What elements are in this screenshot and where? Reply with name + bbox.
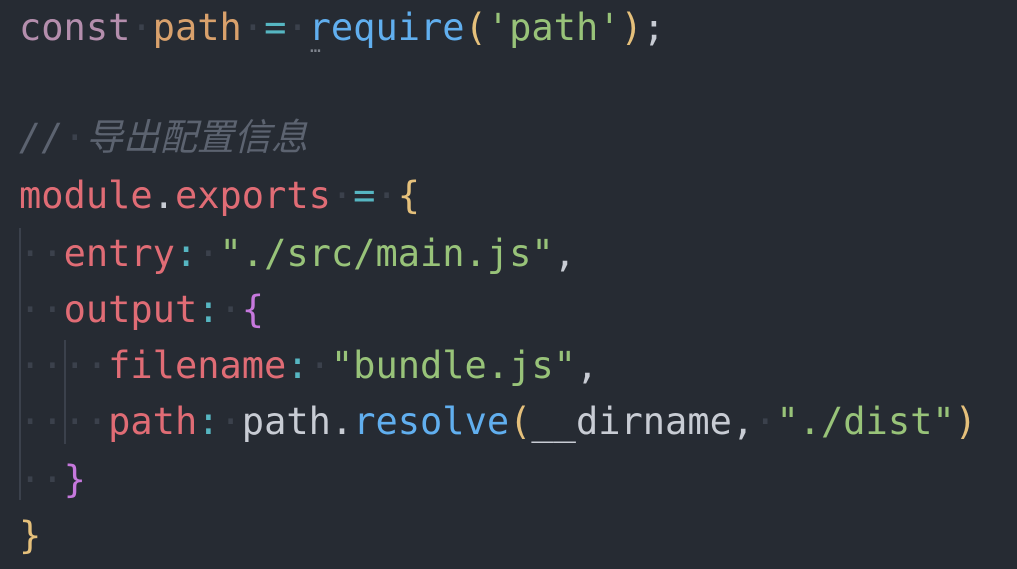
code-token: // — [19, 116, 64, 159]
whitespace-marker: · — [197, 232, 220, 275]
whitespace-marker: · — [63, 400, 86, 443]
code-token: { — [241, 288, 265, 331]
code-token: ( — [464, 6, 487, 49]
whitespace-marker: · — [41, 288, 64, 331]
code-line[interactable]: ··} — [19, 452, 86, 508]
whitespace-marker: · — [330, 174, 354, 217]
code-token: 导出配置信息 — [85, 116, 308, 159]
whitespace-marker: · — [41, 458, 64, 501]
code-line[interactable]: ··output:·{ — [19, 282, 264, 338]
code-line[interactable]: } — [19, 508, 41, 564]
code-token: ) — [954, 400, 977, 443]
code-line[interactable]: ····path:·path.resolve(__dirname,·"./dis… — [19, 394, 977, 450]
whitespace-marker: · — [219, 400, 242, 443]
code-line[interactable]: module.exports·=·{ — [19, 168, 420, 224]
code-editor[interactable]: const·path·=·require('path');//·导出配置信息 mo… — [0, 0, 1017, 569]
code-line[interactable]: const·path·=·require('path'); — [19, 0, 665, 56]
code-token: , — [575, 344, 599, 387]
code-token: path — [152, 6, 242, 49]
whitespace-marker: · — [19, 344, 42, 387]
code-token: path — [108, 400, 198, 443]
whitespace-marker: · — [19, 400, 42, 443]
code-token: "./dist" — [776, 400, 955, 443]
code-token: ) — [620, 6, 643, 49]
code-token: ( — [509, 400, 532, 443]
code-token: filename — [108, 344, 287, 387]
code-token: module — [19, 174, 153, 217]
code-token: } — [63, 458, 86, 501]
whitespace-marker: · — [85, 344, 109, 387]
inline-hint-dots: … — [310, 36, 322, 57]
code-line[interactable]: ··entry:·"./src/main.js", — [19, 226, 576, 282]
code-token: : — [197, 400, 220, 443]
code-token: , — [553, 232, 576, 275]
code-token: : — [197, 288, 220, 331]
whitespace-marker: · — [130, 6, 153, 49]
code-token: resolve — [353, 400, 510, 443]
whitespace-marker: · — [63, 344, 86, 387]
whitespace-marker: · — [754, 400, 777, 443]
whitespace-marker: · — [241, 6, 265, 49]
whitespace-marker: · — [85, 400, 109, 443]
whitespace-marker: · — [308, 344, 331, 387]
whitespace-marker: · — [41, 400, 64, 443]
code-line[interactable]: ····filename:·"bundle.js", — [19, 338, 598, 394]
whitespace-marker: · — [19, 232, 42, 275]
code-token: __dirname — [531, 400, 732, 443]
code-token: path — [241, 400, 331, 443]
code-token: { — [397, 174, 420, 217]
whitespace-marker: · — [19, 288, 42, 331]
code-token: } — [19, 514, 42, 557]
code-token: . — [152, 174, 175, 217]
code-token: entry — [63, 232, 175, 275]
whitespace-marker: · — [375, 174, 398, 217]
code-token: exports — [174, 174, 331, 217]
code-token: require — [308, 6, 465, 49]
code-token: = — [264, 6, 287, 49]
code-token: 'path' — [486, 6, 621, 49]
code-token: = — [353, 174, 376, 217]
whitespace-marker: · — [63, 116, 86, 159]
whitespace-marker: · — [41, 232, 64, 275]
code-token: ; — [642, 6, 666, 49]
code-token: const — [19, 6, 131, 49]
whitespace-marker: · — [19, 458, 42, 501]
code-token: "bundle.js" — [330, 344, 576, 387]
whitespace-marker: · — [41, 344, 64, 387]
code-token: "./src/main.js" — [219, 232, 554, 275]
code-token: : — [174, 232, 198, 275]
code-line[interactable]: //·导出配置信息 — [19, 110, 308, 166]
whitespace-marker: · — [286, 6, 309, 49]
code-token: : — [286, 344, 309, 387]
code-token: output — [63, 288, 198, 331]
whitespace-marker: · — [219, 288, 242, 331]
code-token: . — [330, 400, 354, 443]
code-token: , — [731, 400, 755, 443]
